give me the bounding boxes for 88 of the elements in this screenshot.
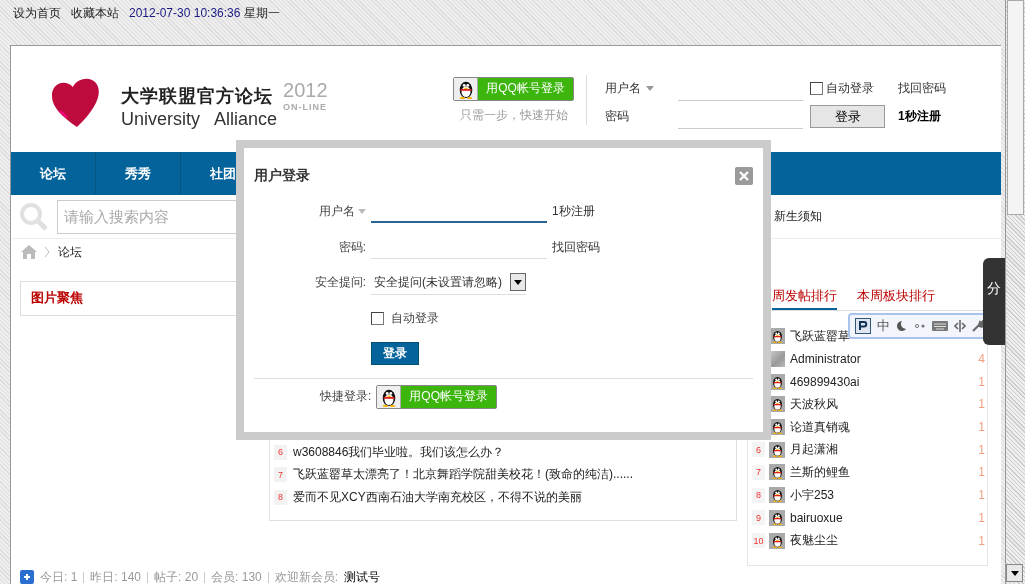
logo-tag: ON-LINE [283,101,328,112]
caret-icon [510,273,526,292]
top-link[interactable]: 收藏本站 [71,5,119,22]
input-mode-toggle[interactable]: 中 [877,317,890,335]
scroll-down-button[interactable] [1006,564,1023,582]
security-question-label: 安全提问: [314,274,366,292]
password-label: 密码 [605,108,630,126]
nav-item[interactable]: 秀秀 [96,151,181,196]
security-question-dropdown[interactable]: 安全提问(未设置请忽略) [371,270,526,295]
close-icon [739,171,749,181]
breadcrumb-item[interactable]: 论坛 [58,244,82,261]
logo-title: 大学联盟官方论坛 [121,84,274,108]
avatar-icon [769,509,785,526]
datetime: 2012-07-30 10:36:36 [129,6,241,20]
stat-text: 今日: 1 [40,568,78,584]
quick-link[interactable]: 新生须知 [774,208,822,226]
rank-number: 7 [752,465,765,480]
register-link[interactable]: 1秒注册 [552,203,753,221]
ranking-tab[interactable]: 本周板块排行 [857,287,935,310]
wrench-icon[interactable] [972,320,984,332]
member-name[interactable]: 兰斯的鲤鱼 [790,464,850,481]
rank-number: 8 [274,489,287,505]
rank-number: 8 [752,487,765,503]
member-name[interactable]: 天波秋风 [790,395,838,413]
post-count: 1 [978,374,985,389]
post-count: 1 [978,442,985,457]
post-count: 1 [978,510,985,525]
logo-subtitle: University Alliance [121,108,278,130]
username-label[interactable]: 用户名 [319,203,366,221]
auto-login-label: 自动登录 [826,81,875,96]
member-name[interactable]: 飞跃蓝罂草 [790,327,850,345]
scrollbar-thumb[interactable] [1007,0,1024,215]
weekday: 星期一 [243,6,280,20]
split-arrows-icon[interactable] [954,320,966,332]
member-name[interactable]: Administrator [790,352,861,367]
post-count: 1 [978,397,985,412]
quick-login-label: 快捷登录: [320,388,372,405]
find-password-link[interactable]: 找回密码 [552,238,753,256]
post-count: 1 [978,420,985,435]
stat-text: 昨日: 140 [90,568,142,584]
top-link[interactable]: 设为首页 [13,5,61,22]
post-count: 1 [978,533,985,548]
avatar-icon [769,464,785,481]
find-password-link[interactable]: 找回密码 [898,80,962,98]
rank-number: 6 [274,444,287,460]
new-member-link[interactable]: 测试号 [344,568,381,584]
caret-icon [1010,570,1019,576]
login-submit-button[interactable]: 登录 [371,342,419,366]
stat-text: 帖子: 20 [154,568,199,584]
rank-number: 9 [752,510,765,526]
close-button[interactable] [735,167,753,185]
member-name[interactable]: 469899430ai [790,374,860,389]
checkbox[interactable] [810,82,823,96]
avatar-icon [769,441,785,458]
punctuation-icon[interactable] [914,321,926,331]
panel-title: 图片聚焦 [31,290,83,305]
member-name[interactable]: 夜魅尘尘 [790,532,838,550]
member-name[interactable]: 月起潇湘 [790,441,838,459]
p-logo-icon[interactable] [855,318,871,334]
thread-title[interactable]: 爱而不见XCY西南石油大学南充校区，不得不说的美丽 [293,488,582,506]
stat-text: 会员: 130 [211,568,262,584]
member-name[interactable]: bairuoxue [790,510,843,525]
avatar-icon [769,532,785,549]
thread-title[interactable]: w3608846我们毕业啦。我们该怎么办？ [293,443,505,461]
auto-login-label: 自动登录 [391,309,439,327]
member-name[interactable]: 论道真销魂 [790,418,850,436]
nav-item[interactable]: 论坛 [11,151,96,196]
password-label: 密码: [338,238,366,256]
search-icon [19,201,49,232]
checkbox[interactable] [371,311,384,325]
member-name[interactable]: 小宇253 [790,486,835,504]
moon-icon[interactable] [896,320,908,332]
rank-number: 10 [752,533,765,549]
qq-hint: 只需一步，快速开始 [459,106,568,124]
thread-title[interactable]: 飞跃蓝罂草太漂亮了！北京舞蹈学院甜美校花！(致命的纯洁)...... [293,466,633,484]
logo-year: 2012 [283,78,328,102]
username-label[interactable]: 用户名 [605,80,671,98]
post-count: 1 [978,488,985,503]
rank-number: 7 [274,467,287,483]
register-link[interactable]: 1秒注册 [898,108,962,126]
chevron-icon [45,247,50,258]
post-count: 4 [978,352,985,367]
login-button[interactable]: 登录 [810,105,885,129]
rank-number: 6 [752,442,765,458]
avatar-icon [769,487,785,504]
keyboard-icon[interactable] [932,321,948,331]
welcome-text: 欢迎新会员: [274,568,339,584]
post-count: 1 [978,465,985,480]
